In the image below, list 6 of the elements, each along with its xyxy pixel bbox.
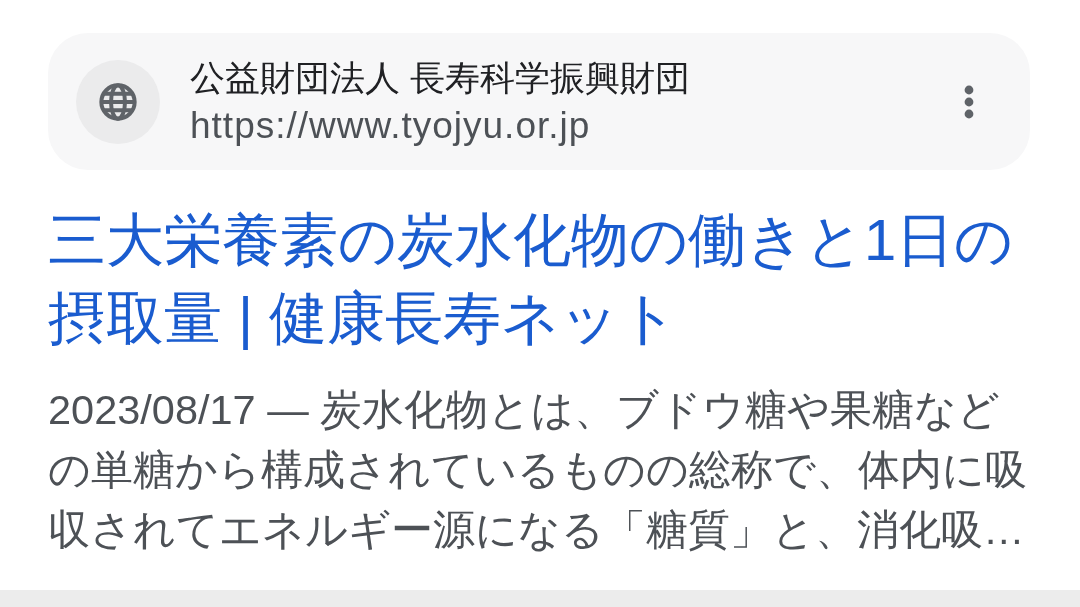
- result-snippet: 2023/08/17 ― 炭水化物とは、ブドウ糖や果糖などの単糖から構成されているものの総称で、体内に吸収されてエネルギー源になる「糖質」と、消化吸…: [48, 385, 1028, 555]
- site-url: https://www.tyojyu.or.jp: [190, 103, 592, 148]
- more-options-icon[interactable]: [964, 84, 974, 119]
- result-title-link[interactable]: 三大栄養素の炭水化物の働きと1日の摂取量 | 健康長寿ネット: [48, 201, 1048, 357]
- site-info-card[interactable]: 公益財団法人 長寿科学振興財団 https://www.tyojyu.or.jp: [48, 33, 1030, 170]
- site-name: 公益財団法人 長寿科学振興財団: [190, 56, 691, 99]
